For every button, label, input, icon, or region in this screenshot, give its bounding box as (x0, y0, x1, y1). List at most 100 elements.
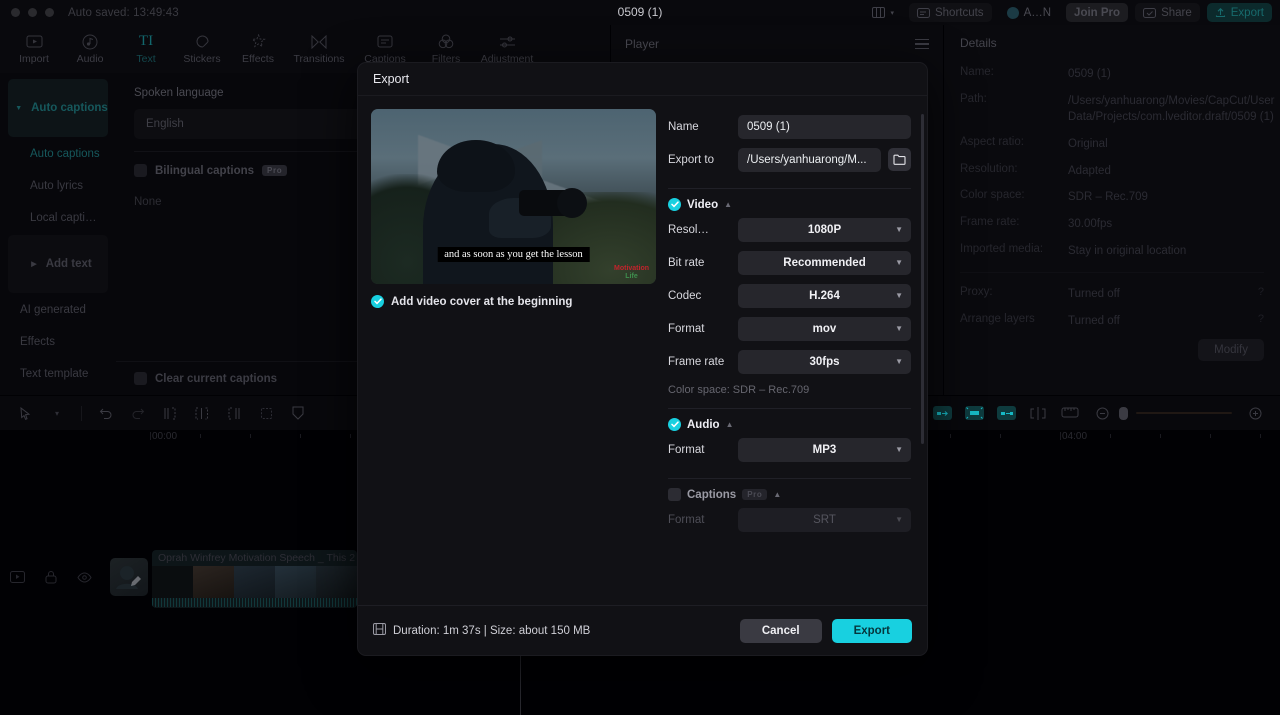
export-summary: Duration: 1m 37s | Size: about 150 MB (373, 623, 590, 638)
audio-format-select[interactable]: MP3 ▼ (738, 437, 911, 462)
clip-waveform (152, 598, 357, 607)
bilingual-checkbox[interactable] (134, 164, 147, 177)
codec-row: Codec H.264 ▼ (668, 279, 911, 312)
auto-beat-icon[interactable] (959, 402, 989, 424)
add-cover-checkbox[interactable] (371, 295, 384, 308)
video-group-header[interactable]: Video ▲ (668, 198, 911, 211)
bitrate-row: Bit rate Recommended ▼ (668, 246, 911, 279)
chevron-down-icon: ▼ (895, 291, 903, 300)
spoken-language-value: English (146, 118, 184, 130)
audio-group-header[interactable]: Audio ▲ (668, 418, 911, 431)
details-key: Color space: (960, 189, 1025, 202)
help-icon[interactable]: ? (1258, 313, 1264, 330)
tab-filters[interactable]: Filters (420, 33, 472, 65)
export-label: Export (1230, 6, 1264, 19)
delete-icon[interactable] (251, 402, 281, 424)
lock-icon[interactable] (45, 570, 57, 589)
join-pro-button[interactable]: Join Pro (1066, 3, 1129, 22)
title-bar: Auto saved: 13:49:43 0509 (1) ▾ Shortcut… (0, 0, 1280, 25)
details-value: SDR – Rec.709 (1068, 191, 1148, 204)
cover-thumbnail[interactable] (110, 558, 148, 596)
zoom-slider-handle[interactable] (1119, 406, 1128, 420)
sidebar-item-auto-lyrics[interactable]: Auto lyrics (8, 171, 108, 201)
player-menu-icon[interactable] (915, 38, 929, 50)
video-checkbox[interactable] (668, 198, 681, 211)
sidebar-item-text-template[interactable]: Text template (8, 359, 108, 389)
details-value: Turned off (1068, 288, 1120, 301)
split-icon[interactable] (187, 402, 217, 424)
stickers-icon (195, 33, 210, 50)
tab-audio[interactable]: Audio (64, 33, 116, 65)
sidebar-item-local-captions[interactable]: Local capti… (8, 203, 108, 233)
settings-scrollbar[interactable] (921, 114, 924, 444)
zoom-in-icon[interactable] (1240, 402, 1270, 424)
layout-button[interactable]: ▾ (864, 3, 902, 22)
gap-icon[interactable] (1023, 402, 1053, 424)
account-button[interactable]: A…N (999, 3, 1059, 22)
export-button[interactable]: Export (1206, 3, 1272, 22)
tab-effects[interactable]: Effects (232, 33, 284, 65)
chevron-up-icon[interactable]: ▲ (726, 420, 734, 429)
mixer-icon[interactable] (927, 402, 957, 424)
split-right-icon[interactable] (219, 402, 249, 424)
tab-adjustment[interactable]: Adjustment (476, 33, 538, 65)
timeline-clip[interactable]: Oprah Winfrey Motivation Speech _ This 2 (152, 550, 357, 608)
export-path-input[interactable]: /Users/yanhuarong/M... (738, 147, 881, 172)
video-format-label: Format (668, 322, 705, 335)
player-header: Player (611, 25, 943, 63)
resolution-select[interactable]: 1080P ▼ (738, 217, 911, 242)
framerate-select[interactable]: 30fps ▼ (738, 349, 911, 374)
sidebar-item-auto-captions[interactable]: Auto captions (8, 139, 108, 169)
capcut-window: Auto saved: 13:49:43 0509 (1) ▾ Shortcut… (0, 0, 1280, 715)
zoom-out-icon[interactable] (1087, 402, 1117, 424)
undo-icon[interactable] (91, 402, 121, 424)
speed-icon[interactable] (991, 402, 1021, 424)
add-cover-row[interactable]: Add video cover at the beginning (371, 295, 644, 308)
dialog-footer: Duration: 1m 37s | Size: about 150 MB Ca… (358, 605, 927, 655)
confirm-export-button[interactable]: Export (831, 618, 912, 643)
details-row: Resolution: Adapted (960, 158, 1264, 185)
sidebar-item-label: Add text (45, 258, 92, 270)
details-value: 30.00fps (1068, 218, 1113, 231)
tab-captions[interactable]: Captions (354, 33, 416, 65)
name-input[interactable]: 0509 (1) (738, 114, 911, 139)
chevron-down-icon[interactable]: ▾ (42, 402, 72, 424)
tab-import[interactable]: Import (8, 33, 60, 65)
sidebar-item-label: Auto captions (31, 102, 108, 114)
tab-text[interactable]: TI Text (120, 33, 172, 65)
modify-button[interactable]: Modify (1198, 338, 1264, 361)
share-button[interactable]: Share (1135, 3, 1200, 22)
freeze-icon[interactable] (283, 402, 313, 424)
shortcuts-button[interactable]: Shortcuts (908, 3, 992, 22)
folder-icon[interactable] (888, 148, 911, 171)
clear-captions-checkbox[interactable] (134, 372, 147, 385)
sidebar-item-auto-captions-group[interactable]: ▼ Auto captions (8, 79, 108, 137)
sidebar-item-effects[interactable]: Effects (8, 327, 108, 357)
captions-checkbox[interactable] (668, 488, 681, 501)
codec-select[interactable]: H.264 ▼ (738, 283, 911, 308)
select-tool-icon[interactable] (10, 402, 40, 424)
chevron-up-icon[interactable]: ▲ (773, 490, 781, 499)
track-video-icon[interactable] (10, 570, 25, 589)
tab-transitions[interactable]: Transitions (288, 33, 350, 65)
sidebar-item-add-text[interactable]: ▶ Add text (8, 235, 108, 293)
chevron-up-icon[interactable]: ▲ (724, 200, 732, 209)
clip-title: Oprah Winfrey Motivation Speech _ This 2 (158, 552, 356, 564)
captions-group-header[interactable]: Captions Pro ▲ (668, 488, 911, 501)
sidebar-item-ai-generated[interactable]: AI generated (8, 295, 108, 325)
help-icon[interactable]: ? (1258, 286, 1264, 303)
eye-icon[interactable] (77, 570, 92, 589)
divider (960, 272, 1264, 274)
bitrate-select[interactable]: Recommended ▼ (738, 250, 911, 275)
fit-timeline-icon[interactable] (1055, 402, 1085, 424)
zoom-slider[interactable] (1136, 412, 1232, 414)
video-format-row: Format mov ▼ (668, 312, 911, 345)
cancel-button[interactable]: Cancel (739, 618, 822, 643)
tab-stickers[interactable]: Stickers (176, 33, 228, 65)
split-left-icon[interactable] (155, 402, 185, 424)
video-format-select[interactable]: mov ▼ (738, 316, 911, 341)
adjustment-icon (499, 33, 516, 50)
audio-checkbox[interactable] (668, 418, 681, 431)
details-value: 0509 (1) (1068, 68, 1111, 80)
effects-icon (250, 33, 266, 50)
